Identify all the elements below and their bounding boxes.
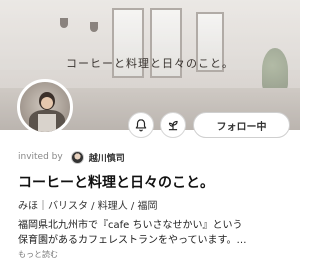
profile-tags: みほ｜バリスタ / 料理人 / 福岡 xyxy=(18,201,158,212)
avatar-face xyxy=(41,97,53,109)
inviter-name[interactable]: 越川慎司 xyxy=(89,151,125,164)
bio-line: 福岡県北九州市で『cafe ちいさなせかい』という xyxy=(18,220,243,231)
page-title: コーヒーと料理と日々のこと。 xyxy=(18,175,214,191)
profile-bio: 福岡県北九州市で『cafe ちいさなせかい』という 保育園があるカフェレストラン… xyxy=(18,218,293,248)
notify-button[interactable] xyxy=(128,112,154,138)
cover-title: コーヒーと料理と日々のこと。 xyxy=(66,57,234,70)
read-more-link[interactable]: もっと読む xyxy=(18,250,58,259)
avatar-apron xyxy=(38,114,56,132)
bio-line: 保育園があるカフェレストランをやっています。… xyxy=(18,235,247,246)
support-button[interactable] xyxy=(160,112,186,138)
invited-by: invited by 越川慎司 xyxy=(18,150,125,164)
bell-icon xyxy=(135,119,147,132)
profile-avatar[interactable] xyxy=(17,79,73,135)
invited-label: invited by xyxy=(18,152,63,162)
inviter-avatar[interactable] xyxy=(70,150,84,164)
follow-button[interactable]: フォロー中 xyxy=(193,112,290,138)
sprout-icon xyxy=(168,120,178,131)
